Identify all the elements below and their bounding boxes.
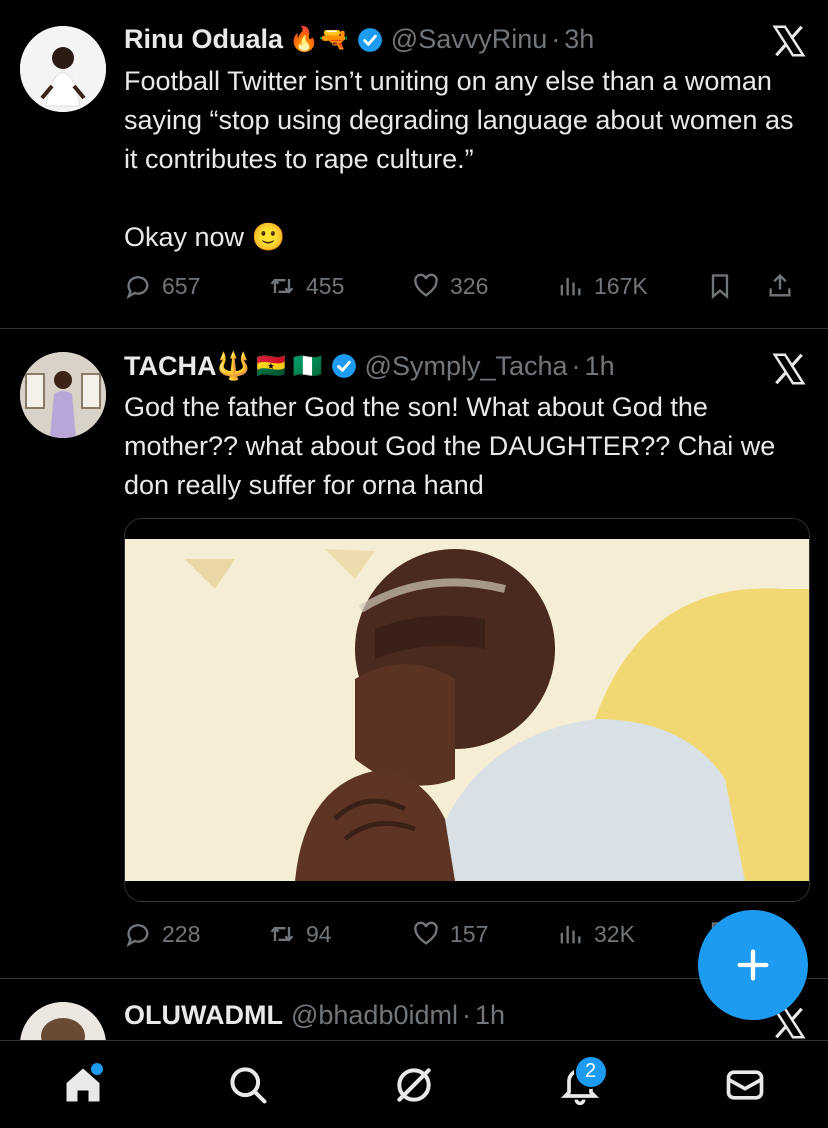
reply-button[interactable]: 657 bbox=[124, 272, 268, 300]
like-button[interactable]: 157 bbox=[412, 920, 556, 948]
repost-button[interactable]: 94 bbox=[268, 920, 412, 948]
display-name[interactable]: OLUWADML bbox=[124, 1000, 283, 1031]
timestamp[interactable]: 3h bbox=[564, 24, 594, 55]
verified-badge-icon bbox=[357, 27, 382, 52]
plus-icon bbox=[737, 949, 769, 981]
reply-count: 228 bbox=[162, 920, 201, 947]
user-handle[interactable]: @SavvyRinu bbox=[391, 24, 547, 55]
verified-badge-icon bbox=[331, 354, 356, 378]
view-count: 32K bbox=[594, 920, 635, 947]
user-handle[interactable]: @bhadb0idml bbox=[291, 1000, 458, 1031]
avatar[interactable] bbox=[20, 352, 106, 438]
nav-notifications[interactable]: 2 bbox=[550, 1054, 610, 1115]
avatar-image bbox=[20, 352, 106, 438]
avatar-image bbox=[20, 1002, 106, 1040]
avatar[interactable] bbox=[20, 26, 106, 112]
notification-badge: 2 bbox=[573, 1054, 608, 1089]
bookmark-icon bbox=[711, 274, 729, 299]
tweet-media[interactable] bbox=[124, 518, 810, 902]
mail-icon bbox=[726, 1069, 764, 1100]
compose-button[interactable] bbox=[698, 910, 808, 1020]
repost-count: 455 bbox=[306, 272, 345, 299]
tweet[interactable]: Rinu Oduala 🔥🔫 @SavvyRinu · 3h Football … bbox=[0, 0, 828, 329]
tweet-actions: 657 455 326 167K bbox=[124, 266, 814, 306]
bookmark-button[interactable] bbox=[706, 272, 766, 300]
view-count: 167K bbox=[594, 272, 648, 299]
heart-icon bbox=[414, 921, 438, 945]
views-button[interactable]: 32K bbox=[556, 920, 706, 948]
nav-home[interactable] bbox=[53, 1055, 113, 1115]
like-count: 157 bbox=[450, 920, 489, 947]
views-chart-icon bbox=[560, 277, 581, 296]
x-logo-icon[interactable] bbox=[770, 22, 808, 60]
tweet-text: Football Twitter isn’t uniting on any el… bbox=[124, 66, 794, 252]
avatar[interactable] bbox=[20, 1002, 106, 1040]
name-emojis: 🔥🔫 bbox=[289, 26, 349, 53]
like-count: 326 bbox=[450, 272, 489, 299]
timestamp[interactable]: 1h bbox=[475, 1000, 505, 1031]
new-content-dot bbox=[88, 1060, 105, 1077]
views-button[interactable]: 167K bbox=[556, 272, 706, 300]
repost-button[interactable]: 455 bbox=[268, 272, 412, 300]
user-handle[interactable]: @Symply_Tacha bbox=[365, 351, 568, 382]
nav-messages[interactable] bbox=[715, 1055, 775, 1115]
views-chart-icon bbox=[560, 925, 581, 944]
separator-dot: · bbox=[551, 24, 561, 54]
share-button[interactable] bbox=[766, 272, 806, 300]
tweet-header: Rinu Oduala 🔥🔫 @SavvyRinu · 3h bbox=[124, 24, 594, 55]
avatar-image bbox=[20, 26, 106, 112]
tweet-text: God the father God the son! What about G… bbox=[124, 392, 783, 500]
like-button[interactable]: 326 bbox=[412, 272, 556, 300]
repost-icon bbox=[270, 278, 294, 294]
x-logo-icon[interactable] bbox=[770, 350, 808, 388]
reply-count: 657 bbox=[162, 272, 201, 299]
reply-icon bbox=[126, 924, 149, 948]
nav-search[interactable] bbox=[218, 1055, 278, 1115]
nav-grok[interactable] bbox=[384, 1055, 444, 1115]
separator-dot: · bbox=[461, 1000, 471, 1030]
name-emojis: 🇬🇭 🇳🇬 bbox=[256, 352, 323, 380]
media-image bbox=[125, 519, 809, 901]
timestamp[interactable]: 1h bbox=[585, 351, 615, 382]
heart-icon bbox=[414, 273, 438, 297]
repost-icon bbox=[270, 926, 294, 942]
display-name[interactable]: TACHA🔱 bbox=[124, 350, 250, 382]
bottom-navigation: 2 bbox=[0, 1040, 828, 1128]
separator-dot: · bbox=[571, 350, 581, 381]
tweet-header: TACHA🔱 🇬🇭 🇳🇬 @Symply_Tacha · 1h bbox=[124, 350, 615, 382]
tweet-header: OLUWADML @bhadb0idml · 1h bbox=[124, 1000, 505, 1031]
reply-icon bbox=[126, 276, 149, 300]
reply-button[interactable]: 228 bbox=[124, 920, 268, 948]
grok-icon bbox=[397, 1067, 431, 1102]
share-icon bbox=[769, 273, 791, 297]
search-icon bbox=[230, 1066, 267, 1104]
tweet[interactable]: TACHA🔱 🇬🇭 🇳🇬 @Symply_Tacha · 1h God the … bbox=[0, 328, 828, 979]
repost-count: 94 bbox=[306, 920, 332, 947]
display-name[interactable]: Rinu Oduala bbox=[124, 24, 283, 55]
